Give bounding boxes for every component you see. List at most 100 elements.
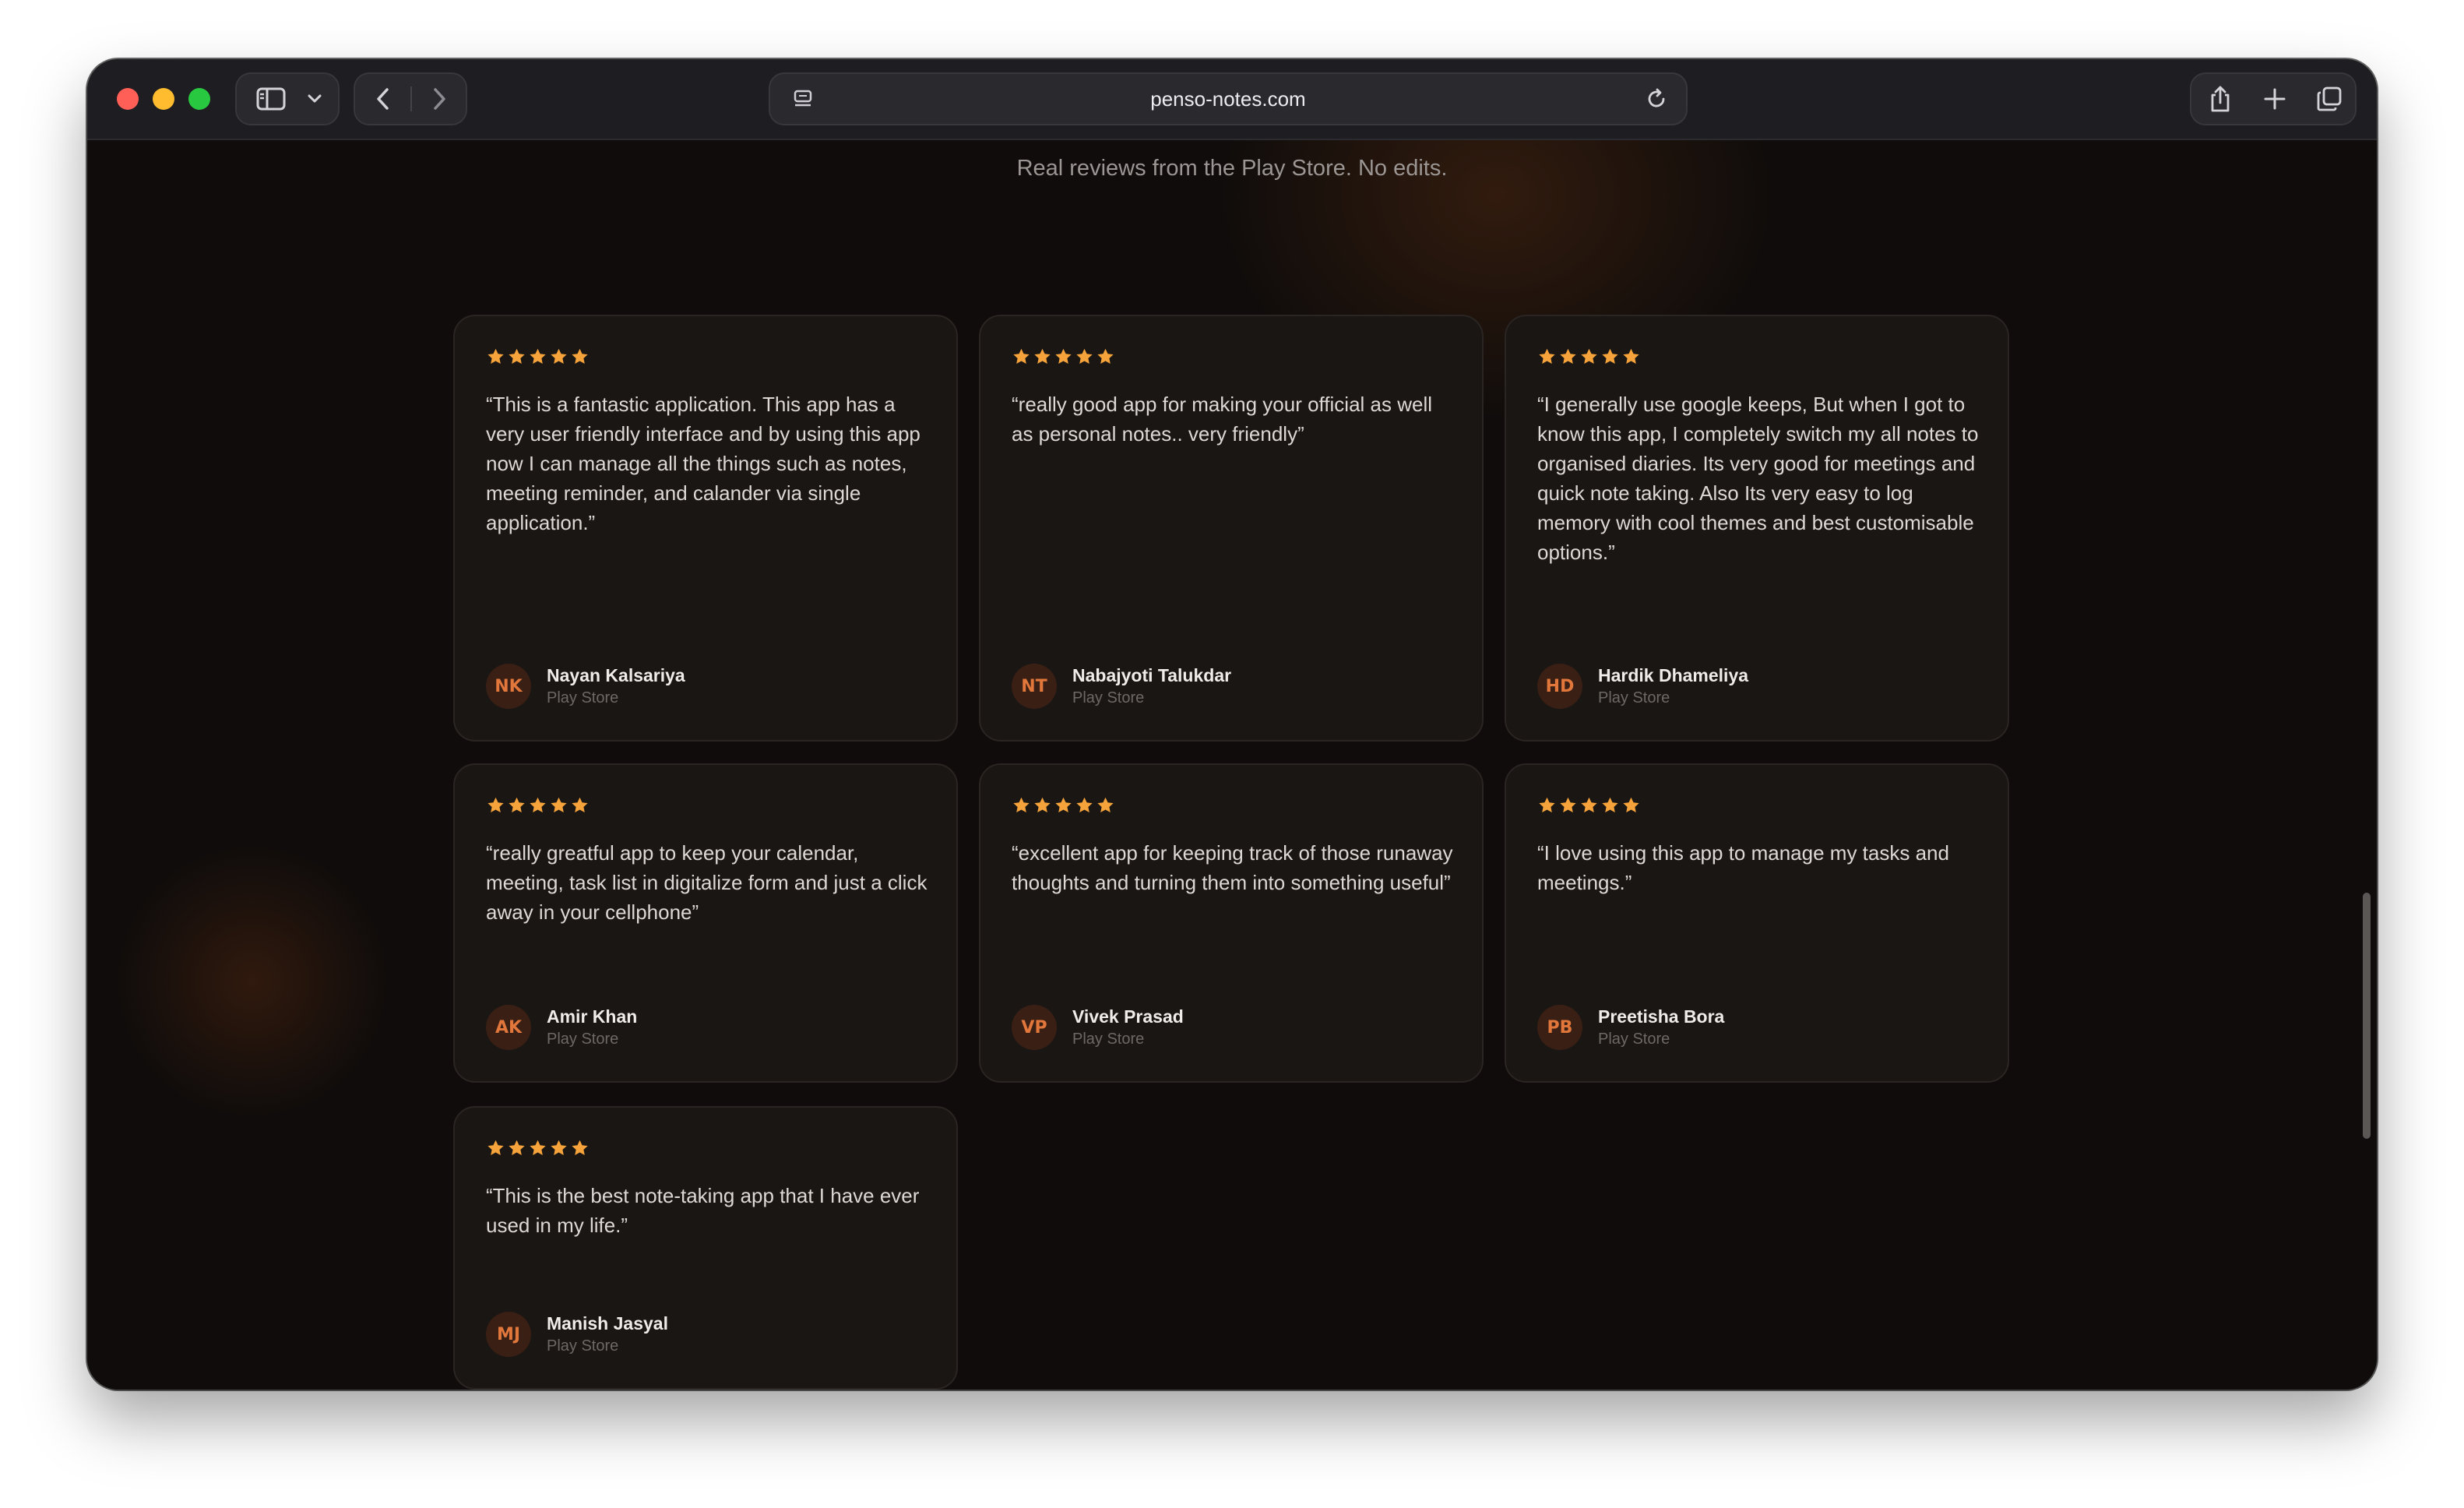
review-source: Play Store (1072, 689, 1145, 706)
star-icon (507, 347, 526, 366)
back-icon[interactable] (358, 74, 408, 124)
sidebar-toggle-group (235, 72, 340, 125)
star-icon (528, 347, 547, 366)
author-name: Nayan Kalsariya (547, 665, 685, 685)
share-icon[interactable] (2195, 74, 2246, 124)
star-rating (486, 796, 590, 815)
star-icon (1558, 347, 1578, 366)
author-details: Vivek Prasad Play Store (1072, 1005, 1184, 1050)
review-quote: “really greatful app to keep your calend… (486, 841, 928, 924)
review-quote: “excellent app for keeping track of thos… (1012, 841, 1453, 894)
review-author: MJ Manish Jasyal Play Store (486, 1312, 668, 1357)
author-details: Amir Khan Play Store (547, 1005, 637, 1050)
review-card: “This is a fantastic application. This a… (453, 315, 958, 742)
sidebar-icon[interactable] (246, 74, 296, 124)
new-tab-icon[interactable] (2249, 74, 2300, 124)
review-source: Play Store (547, 1031, 619, 1048)
star-icon (1012, 347, 1031, 366)
review-quote: “I generally use google keeps, But when … (1537, 393, 1979, 564)
avatar: MJ (486, 1312, 531, 1357)
star-rating (1012, 347, 1115, 366)
star-icon (1033, 347, 1052, 366)
star-icon (1537, 347, 1557, 366)
star-rating (1537, 796, 1641, 815)
review-quote: “really good app for making your officia… (1012, 393, 1433, 446)
review-source: Play Store (547, 1337, 619, 1355)
star-icon (528, 1139, 547, 1157)
star-rating (486, 347, 590, 366)
star-rating (1012, 796, 1115, 815)
scrollbar-thumb[interactable] (2363, 893, 2371, 1139)
star-rating (486, 1139, 590, 1157)
star-icon (570, 796, 590, 815)
review-quote: “I love using this app to manage my task… (1537, 841, 1949, 894)
review-card: “I generally use google keeps, But when … (1505, 315, 2009, 742)
avatar: NK (486, 664, 531, 709)
star-icon (1579, 347, 1599, 366)
review-author: AK Amir Khan Play Store (486, 1005, 637, 1050)
zoom-window-button[interactable] (188, 88, 210, 110)
review-source: Play Store (1072, 1031, 1145, 1048)
star-icon (1033, 796, 1052, 815)
author-name: Preetisha Bora (1598, 1006, 1725, 1027)
review-author: NT Nabajyoti Talukdar Play Store (1012, 664, 1231, 709)
review-card: “excellent app for keeping track of thos… (979, 763, 1484, 1083)
author-name: Nabajyoti Talukdar (1072, 665, 1232, 685)
author-details: Nayan Kalsariya Play Store (547, 664, 685, 709)
star-icon (1579, 796, 1599, 815)
star-icon (1075, 796, 1094, 815)
star-icon (1012, 796, 1031, 815)
minimize-window-button[interactable] (153, 88, 174, 110)
browser-toolbar: penso-notes.com (87, 59, 2377, 140)
review-card: “really good app for making your officia… (979, 315, 1484, 742)
review-source: Play Store (1598, 689, 1670, 706)
nav-divider (410, 86, 412, 111)
star-icon (1558, 796, 1578, 815)
review-source: Play Store (547, 689, 619, 706)
review-card: “I love using this app to manage my task… (1505, 763, 2009, 1083)
chevron-down-icon[interactable] (297, 74, 332, 124)
navigation-group (354, 72, 467, 125)
reload-icon[interactable] (1635, 74, 1678, 124)
review-author: VP Vivek Prasad Play Store (1012, 1005, 1184, 1050)
avatar: PB (1537, 1005, 1582, 1050)
page-content: Real reviews from the Play Store. No edi… (87, 140, 2377, 1390)
forward-icon[interactable] (414, 74, 464, 124)
star-icon (1096, 347, 1115, 366)
author-name: Manish Jasyal (547, 1313, 668, 1334)
author-name: Amir Khan (547, 1006, 638, 1027)
star-icon (1054, 796, 1073, 815)
browser-window: penso-notes.com Real reviews from the Pl… (87, 59, 2377, 1390)
star-icon (1537, 796, 1557, 815)
author-name: Hardik Dhameliya (1598, 665, 1749, 685)
star-icon (486, 1139, 505, 1157)
star-icon (1621, 796, 1641, 815)
author-details: Nabajyoti Talukdar Play Store (1072, 664, 1231, 709)
tab-overview-icon[interactable] (2304, 74, 2355, 124)
star-rating (1537, 347, 1641, 366)
reviews-subtitle: Real reviews from the Play Store. No edi… (1016, 156, 1448, 181)
star-icon (1096, 796, 1115, 815)
review-author: PB Preetisha Bora Play Store (1537, 1005, 1724, 1050)
close-window-button[interactable] (117, 88, 139, 110)
avatar: AK (486, 1005, 531, 1050)
author-name: Vivek Prasad (1072, 1006, 1184, 1027)
avatar: NT (1012, 664, 1057, 709)
star-icon (1054, 347, 1073, 366)
author-details: Hardik Dhameliya Play Store (1598, 664, 1748, 709)
review-card: “This is the best note-taking app that I… (453, 1106, 958, 1390)
star-icon (486, 796, 505, 815)
address-bar[interactable]: penso-notes.com (769, 72, 1688, 125)
star-icon (570, 1139, 590, 1157)
author-details: Manish Jasyal Play Store (547, 1312, 668, 1357)
star-icon (1600, 796, 1620, 815)
star-icon (549, 796, 568, 815)
review-quote: “This is a fantastic application. This a… (486, 393, 920, 534)
star-icon (528, 796, 547, 815)
window-actions-group (2190, 72, 2357, 125)
star-icon (570, 347, 590, 366)
star-icon (486, 347, 505, 366)
star-icon (549, 1139, 568, 1157)
star-icon (1600, 347, 1620, 366)
avatar: VP (1012, 1005, 1057, 1050)
